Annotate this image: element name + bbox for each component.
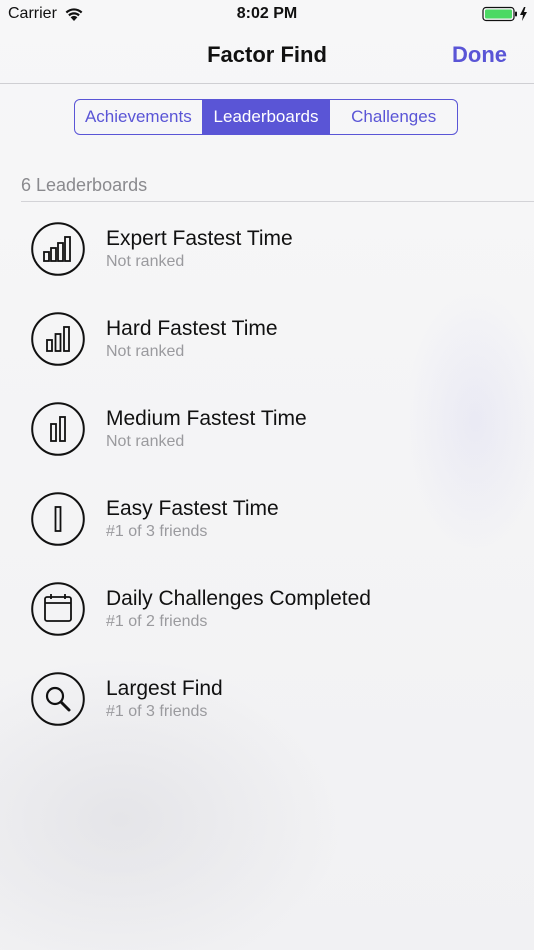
leaderboard-row-expert[interactable]: Expert Fastest Time Not ranked xyxy=(0,207,534,297)
bars-two-icon xyxy=(31,402,85,456)
tab-achievements[interactable]: Achievements xyxy=(75,100,203,134)
leaderboard-title: Expert Fastest Time xyxy=(106,227,293,250)
leaderboard-row-largest-find[interactable]: Largest Find #1 of 3 friends xyxy=(0,657,534,747)
bars-four-icon xyxy=(31,222,85,276)
leaderboard-title: Hard Fastest Time xyxy=(106,317,278,340)
leaderboard-row-daily-challenges[interactable]: Daily Challenges Completed #1 of 2 frien… xyxy=(0,567,534,657)
tab-leaderboards[interactable]: Leaderboards xyxy=(202,100,331,134)
leaderboard-row-easy[interactable]: Easy Fastest Time #1 of 3 friends xyxy=(0,477,534,567)
leaderboard-rank: #1 of 3 friends xyxy=(106,523,208,540)
section-header: 6 Leaderboards xyxy=(21,175,148,195)
leaderboard-row-medium[interactable]: Medium Fastest Time Not ranked xyxy=(0,387,534,477)
battery-icon xyxy=(482,6,527,22)
navigation-bar: Factor Find Done xyxy=(0,30,534,84)
magnifier-icon xyxy=(31,672,85,726)
leaderboard-row-hard[interactable]: Hard Fastest Time Not ranked xyxy=(0,297,534,387)
leaderboard-title: Daily Challenges Completed xyxy=(106,587,371,610)
leaderboard-title: Easy Fastest Time xyxy=(106,497,279,520)
leaderboard-rank: Not ranked xyxy=(106,253,185,270)
leaderboard-rank: Not ranked xyxy=(106,433,185,450)
status-time: 8:02 PM xyxy=(236,5,298,22)
bars-three-icon xyxy=(31,312,85,366)
leaderboard-title: Medium Fastest Time xyxy=(106,407,307,430)
tab-challenges[interactable]: Challenges xyxy=(330,100,457,134)
calendar-icon xyxy=(31,582,85,636)
done-button[interactable]: Done xyxy=(452,42,507,68)
leaderboard-title: Largest Find xyxy=(106,677,223,700)
segmented-control: Achievements Leaderboards Challenges xyxy=(74,99,458,135)
status-bar: Carrier 8:02 PM xyxy=(0,0,534,30)
leaderboard-rank: #1 of 2 friends xyxy=(106,613,208,630)
section-divider xyxy=(21,201,534,202)
leaderboard-rank: #1 of 3 friends xyxy=(106,703,208,720)
leaderboard-rank: Not ranked xyxy=(106,343,185,360)
bar-one-icon xyxy=(31,492,85,546)
